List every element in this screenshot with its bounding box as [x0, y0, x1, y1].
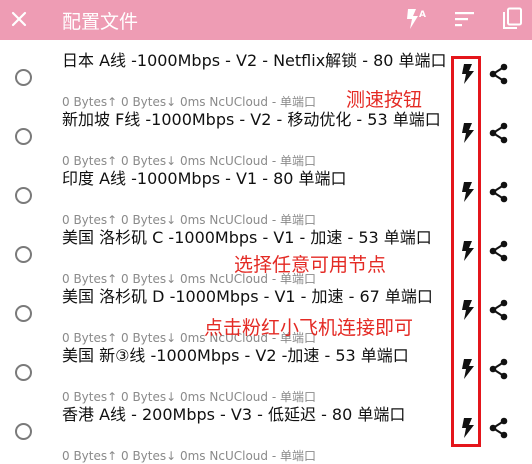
profile-name: 新加坡 F线 -1000Mbps - V2 - 移动优化 - 53 单端口	[62, 110, 441, 129]
page-title: 配置文件	[62, 11, 139, 33]
select-radio[interactable]	[15, 128, 32, 145]
share-icon[interactable]	[488, 358, 510, 380]
flash-auto-icon[interactable]: A	[404, 7, 430, 31]
annotation-click-plane: 点击粉红小飞机连接即可	[204, 317, 414, 339]
share-icon[interactable]	[488, 240, 510, 262]
close-icon[interactable]	[10, 10, 28, 28]
profile-name: 印度 A线 -1000Mbps - V1 - 80 单端口	[62, 169, 347, 188]
share-icon[interactable]	[488, 181, 510, 203]
profile-name: 美国 新③线 -1000Mbps - V2 -加速 - 53 单端口	[62, 346, 409, 365]
share-icon[interactable]	[488, 417, 510, 439]
profile-name: 香港 A线 - 200Mbps - V3 - 低延迟 - 80 单端口	[62, 405, 406, 424]
annotation-speed-test: 测速按钮	[346, 89, 423, 111]
profile-name: 美国 洛杉矶 C -1000Mbps - V1 - 加速 - 53 单端口	[62, 228, 432, 247]
copy-icon[interactable]	[502, 7, 524, 31]
profile-name: 美国 洛杉矶 D -1000Mbps - V1 - 加速 - 67 单端口	[62, 287, 433, 306]
share-icon[interactable]	[488, 63, 510, 85]
select-radio[interactable]	[15, 305, 32, 322]
app-bar: 配置文件 A	[0, 0, 532, 40]
select-radio[interactable]	[15, 364, 32, 381]
share-icon[interactable]	[488, 122, 510, 144]
sort-icon[interactable]	[455, 11, 475, 27]
svg-text:A: A	[419, 10, 426, 20]
select-radio[interactable]	[15, 423, 32, 440]
select-radio[interactable]	[15, 187, 32, 204]
profile-name: 日本 A线 -1000Mbps - V2 - Netflix解锁 - 80 单端…	[62, 51, 447, 70]
annotation-red-box	[451, 56, 481, 447]
profile-stats: 0 Bytes↑ 0 Bytes↓ 0ms NcUCloud - 单端口	[62, 449, 316, 463]
select-radio[interactable]	[15, 69, 32, 86]
annotation-choose-node: 选择任意可用节点	[234, 254, 387, 276]
share-icon[interactable]	[488, 299, 510, 321]
select-radio[interactable]	[15, 246, 32, 263]
